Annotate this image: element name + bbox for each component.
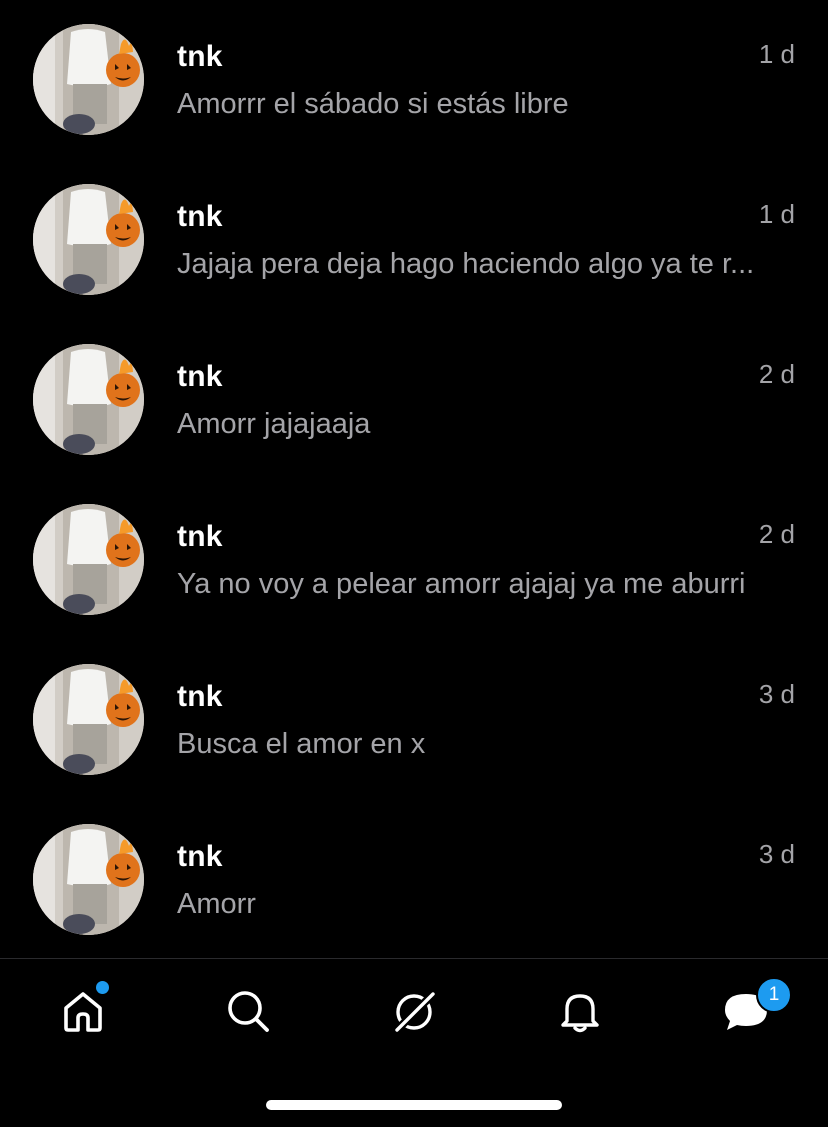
messages-unread-badge: 1 (756, 977, 792, 1013)
tab-messages[interactable]: 1 (716, 977, 792, 1041)
conversation-row[interactable]: tnk 3 d Amorr (0, 800, 828, 958)
grok-icon (392, 989, 438, 1035)
conversation-name: tnk (177, 840, 223, 873)
conversation-preview: Ya no voy a pelear amorr ajajaj ya me ab… (177, 568, 746, 600)
avatar[interactable] (33, 664, 144, 775)
avatar[interactable] (33, 184, 144, 295)
conversation-row[interactable]: tnk 1 d Amorrr el sábado si estás libre (0, 0, 828, 160)
conversation-time: 3 d (758, 839, 795, 869)
conversation-time: 1 d (758, 199, 795, 229)
conversation-time: 3 d (758, 679, 795, 709)
avatar[interactable] (33, 824, 144, 935)
conversation-preview: Amorrr el sábado si estás libre (177, 88, 569, 120)
home-icon (64, 992, 102, 1032)
conversation-list: tnk 1 d Amorrr el sábado si estás libre … (0, 0, 828, 958)
conversation-row[interactable]: tnk 2 d Amorr jajajaaja (0, 320, 828, 480)
avatar[interactable] (33, 24, 144, 135)
home-indicator[interactable] (266, 1100, 562, 1110)
conversation-time: 2 d (758, 359, 795, 389)
conversation-row[interactable]: tnk 2 d Ya no voy a pelear amorr ajajaj … (0, 480, 828, 640)
tab-notifications[interactable] (550, 981, 610, 1041)
conversation-preview: Amorr (177, 888, 256, 920)
avatar[interactable] (33, 344, 144, 455)
conversation-time: 2 d (758, 519, 795, 549)
conversation-name: tnk (177, 680, 223, 713)
conversation-preview: Busca el amor en x (177, 728, 426, 760)
conversation-time: 1 d (758, 39, 795, 69)
conversation-name: tnk (177, 520, 223, 553)
conversation-name: tnk (177, 200, 223, 233)
tab-home[interactable] (53, 981, 113, 1041)
tab-search[interactable] (218, 981, 278, 1041)
conversation-name: tnk (177, 40, 223, 73)
bell-icon (561, 994, 599, 1033)
conversation-preview: Jajaja pera deja hago haciendo algo ya t… (177, 248, 755, 280)
avatar[interactable] (33, 504, 144, 615)
conversation-preview: Amorr jajajaaja (177, 408, 371, 440)
search-icon (228, 991, 269, 1032)
tab-grok[interactable] (384, 981, 444, 1041)
home-notification-dot (96, 981, 109, 994)
conversation-row[interactable]: tnk 3 d Busca el amor en x (0, 640, 828, 800)
conversation-name: tnk (177, 360, 223, 393)
conversation-row[interactable]: tnk 1 d Jajaja pera deja hago haciendo a… (0, 160, 828, 320)
